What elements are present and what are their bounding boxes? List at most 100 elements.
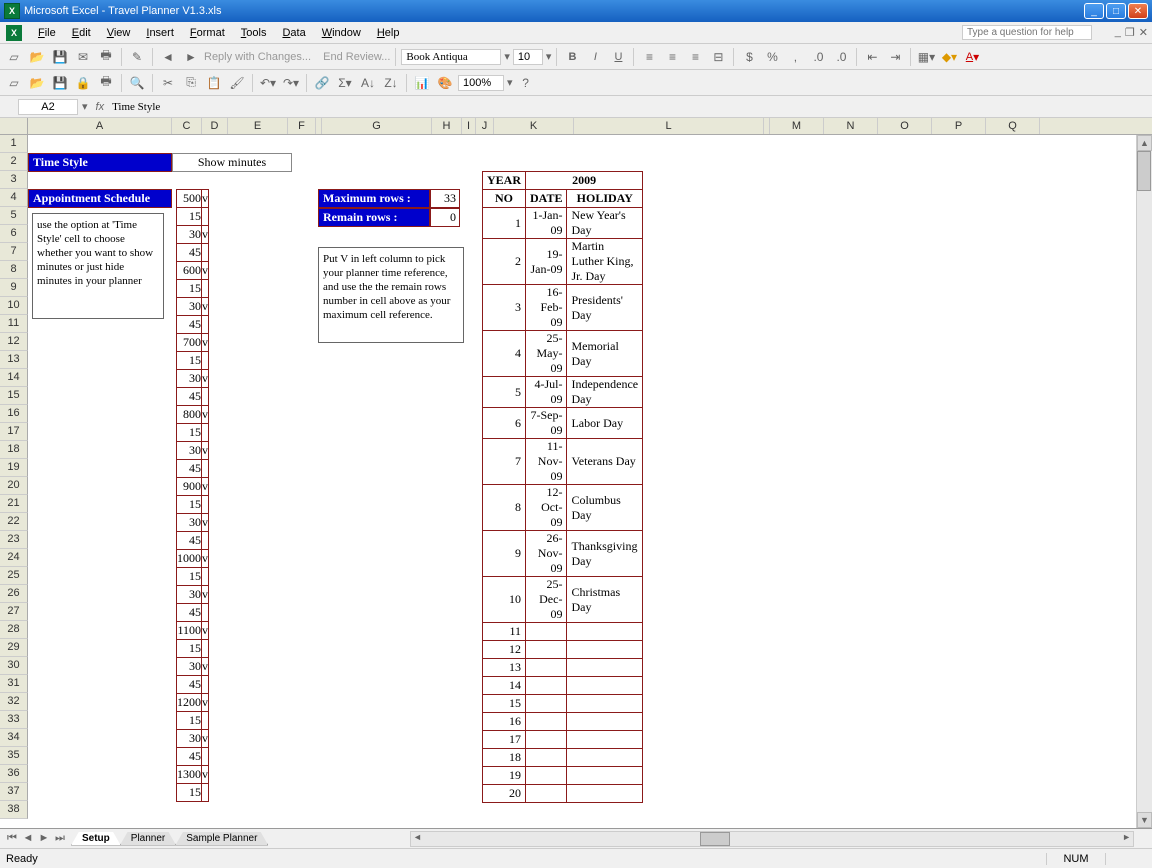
decrease-indent-button[interactable]: ⇤: [862, 47, 882, 67]
sort-desc-button[interactable]: Z↓: [381, 73, 401, 93]
remain-rows-label[interactable]: Remain rows :: [318, 208, 430, 227]
holiday-table[interactable]: YEAR2009NODATEHOLIDAY11-Jan-09New Year's…: [482, 171, 643, 803]
currency-button[interactable]: $: [739, 47, 759, 67]
row-header[interactable]: 34: [0, 729, 28, 747]
max-rows-value[interactable]: 33: [430, 189, 460, 208]
new-workbook-icon[interactable]: ▱: [4, 47, 24, 67]
row-header[interactable]: 12: [0, 333, 28, 351]
menu-format[interactable]: Format: [182, 27, 233, 39]
cut-icon[interactable]: ✂: [158, 73, 178, 93]
copy-icon[interactable]: ⎘: [181, 73, 201, 93]
col-header-C[interactable]: C: [172, 118, 202, 134]
save2-icon[interactable]: 💾: [50, 73, 70, 93]
row-header[interactable]: 23: [0, 531, 28, 549]
decrease-decimal-button[interactable]: .0: [831, 47, 851, 67]
save-icon[interactable]: 💾: [50, 47, 70, 67]
help-search-input[interactable]: [962, 25, 1092, 40]
italic-button[interactable]: I: [585, 47, 605, 67]
row-header[interactable]: 25: [0, 567, 28, 585]
row-header[interactable]: 5: [0, 207, 28, 225]
next-comment-icon[interactable]: ►: [181, 47, 201, 67]
paste-icon[interactable]: 📋: [204, 73, 224, 93]
vertical-scrollbar[interactable]: ▲ ▼: [1136, 135, 1152, 828]
increase-decimal-button[interactable]: .0: [808, 47, 828, 67]
comma-button[interactable]: ,: [785, 47, 805, 67]
zoom-select[interactable]: 100%: [458, 75, 504, 91]
open-icon[interactable]: 📂: [27, 47, 47, 67]
col-header-Q[interactable]: Q: [986, 118, 1040, 134]
excel-doc-icon[interactable]: X: [6, 25, 22, 41]
underline-button[interactable]: U: [608, 47, 628, 67]
row-header[interactable]: 35: [0, 747, 28, 765]
horizontal-scrollbar[interactable]: ◄ ►: [410, 831, 1134, 847]
fx-icon[interactable]: fx: [96, 101, 105, 113]
row-header[interactable]: 2: [0, 153, 28, 171]
bold-button[interactable]: B: [562, 47, 582, 67]
row-header[interactable]: 10: [0, 297, 28, 315]
help-icon[interactable]: ?: [516, 73, 536, 93]
row-header[interactable]: 17: [0, 423, 28, 441]
reply-changes-button[interactable]: Reply with Changes...: [204, 51, 311, 63]
tab-first-button[interactable]: ⏮: [4, 832, 20, 845]
row-header[interactable]: 32: [0, 693, 28, 711]
formula-value[interactable]: Time Style: [112, 101, 160, 113]
col-header-E[interactable]: E: [228, 118, 288, 134]
close-button[interactable]: ✕: [1128, 3, 1148, 19]
row-header[interactable]: 3: [0, 171, 28, 189]
hyperlink-icon[interactable]: 🔗: [312, 73, 332, 93]
row-header[interactable]: 4: [0, 189, 28, 207]
sheet-tab-sample-planner[interactable]: Sample Planner: [175, 832, 268, 846]
col-header-H[interactable]: H: [432, 118, 462, 134]
menu-window[interactable]: Window: [314, 27, 369, 39]
col-header-P[interactable]: P: [932, 118, 986, 134]
redo-button[interactable]: ↷▾: [281, 73, 301, 93]
row-header[interactable]: 33: [0, 711, 28, 729]
minimize-button[interactable]: _: [1084, 3, 1104, 19]
merge-center-button[interactable]: ⊟: [708, 47, 728, 67]
end-review-button[interactable]: End Review...: [323, 51, 390, 63]
row-header[interactable]: 29: [0, 639, 28, 657]
row-header[interactable]: 16: [0, 405, 28, 423]
open2-icon[interactable]: 📂: [27, 73, 47, 93]
worksheet-grid[interactable]: ACDEFGHIJKLMNOPQ 12345678910111213141516…: [0, 118, 1152, 828]
menu-view[interactable]: View: [99, 27, 139, 39]
row-header[interactable]: 9: [0, 279, 28, 297]
sheet-tab-planner[interactable]: Planner: [120, 832, 176, 846]
time-style-cell[interactable]: Time Style: [28, 153, 172, 172]
remain-rows-value[interactable]: 0: [430, 208, 460, 227]
col-header-K[interactable]: K: [494, 118, 574, 134]
row-header[interactable]: 8: [0, 261, 28, 279]
row-header[interactable]: 36: [0, 765, 28, 783]
drawing-icon[interactable]: 🎨: [435, 73, 455, 93]
col-header-G[interactable]: G: [322, 118, 432, 134]
row-header[interactable]: 26: [0, 585, 28, 603]
show-minutes-button[interactable]: Show minutes: [172, 153, 292, 172]
col-header-M[interactable]: M: [770, 118, 824, 134]
maximize-button[interactable]: □: [1106, 3, 1126, 19]
row-header[interactable]: 24: [0, 549, 28, 567]
tab-last-button[interactable]: ⏭: [52, 832, 68, 845]
col-header-O[interactable]: O: [878, 118, 932, 134]
row-header[interactable]: 19: [0, 459, 28, 477]
chart-wizard-icon[interactable]: 📊: [412, 73, 432, 93]
tab-next-button[interactable]: ►: [36, 832, 52, 845]
menu-insert[interactable]: Insert: [138, 27, 182, 39]
fill-color-button[interactable]: ◆▾: [939, 47, 959, 67]
name-box[interactable]: A2: [18, 99, 78, 115]
undo-button[interactable]: ↶▾: [258, 73, 278, 93]
increase-indent-button[interactable]: ⇥: [885, 47, 905, 67]
mail-icon[interactable]: ✉: [73, 47, 93, 67]
scroll-up-button[interactable]: ▲: [1137, 135, 1152, 151]
column-headers[interactable]: ACDEFGHIJKLMNOPQ: [0, 118, 1152, 135]
percent-button[interactable]: %: [762, 47, 782, 67]
print-preview-icon[interactable]: 🔍: [127, 73, 147, 93]
col-header-A[interactable]: A: [28, 118, 172, 134]
row-header[interactable]: 28: [0, 621, 28, 639]
print-icon[interactable]: 🖶: [96, 47, 116, 67]
insert-comment-icon[interactable]: ✎: [127, 47, 147, 67]
previous-comment-icon[interactable]: ◄: [158, 47, 178, 67]
max-rows-label[interactable]: Maximum rows :: [318, 189, 430, 208]
row-header[interactable]: 15: [0, 387, 28, 405]
font-select[interactable]: Book Antiqua: [401, 49, 501, 65]
row-header[interactable]: 1: [0, 135, 28, 153]
